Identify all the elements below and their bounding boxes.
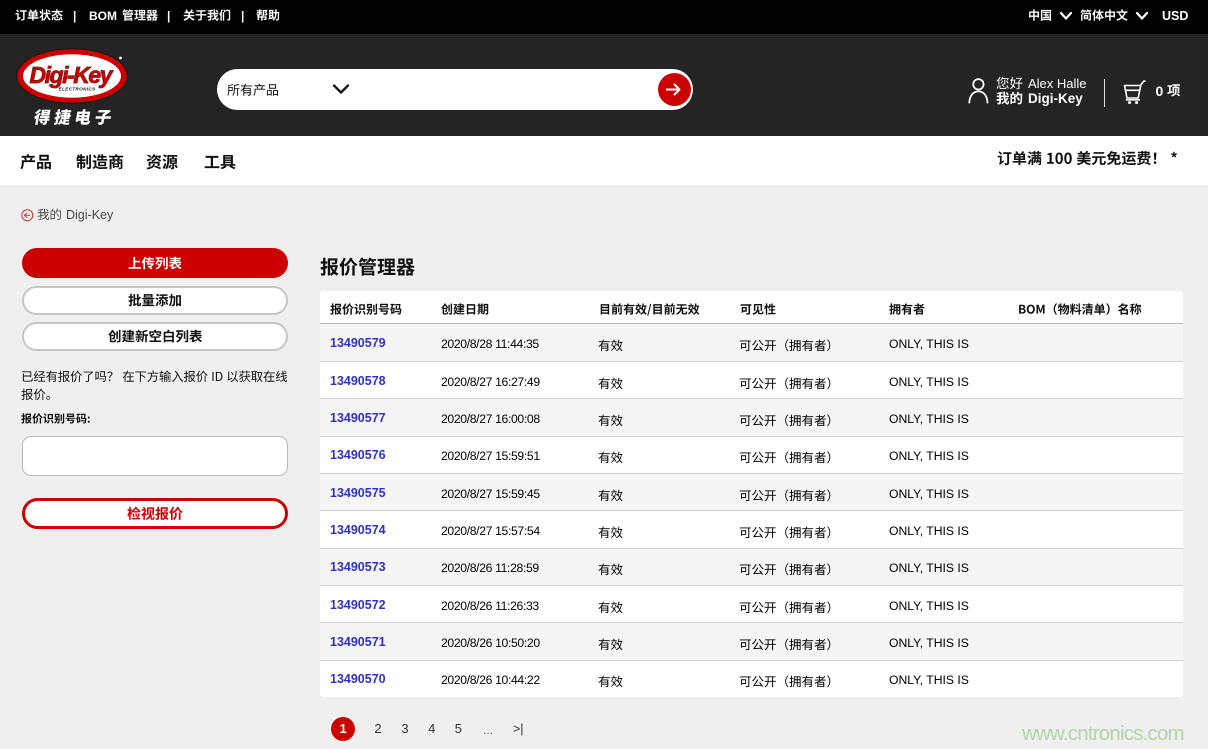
svg-text:ELECTRONICS: ELECTRONICS (59, 87, 96, 92)
svg-text:Digi-Key: Digi-Key (30, 62, 114, 88)
